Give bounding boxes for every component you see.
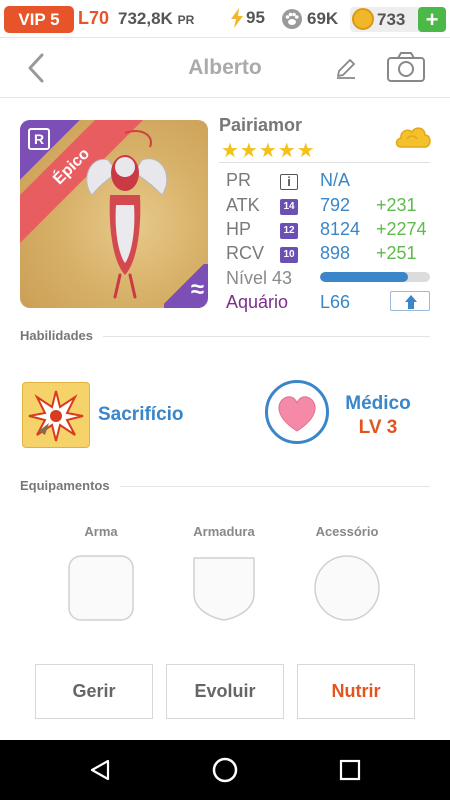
- stat-label: ATK: [226, 195, 260, 215]
- paw-counter[interactable]: 69K: [281, 8, 338, 30]
- system-nav-bar: [0, 740, 450, 800]
- aquarium-label: Aquário: [226, 292, 289, 312]
- stat-rank-icon: 10: [280, 247, 298, 263]
- paw-icon: [282, 9, 302, 29]
- level-progress-fill: [320, 272, 408, 282]
- armor-slot[interactable]: [190, 554, 258, 622]
- stat-row-rcv: RCV 10 898 +251: [226, 243, 436, 267]
- stat-row-hp: HP 12 8124 +2274: [226, 219, 436, 243]
- nav-back-icon[interactable]: [88, 758, 112, 782]
- divider: [219, 162, 430, 163]
- add-coins-button[interactable]: +: [418, 7, 446, 32]
- level-progress-bar: [320, 272, 430, 282]
- vip-badge[interactable]: VIP 5: [4, 6, 74, 33]
- armor-label: Armadura: [193, 524, 255, 539]
- pet-level: Nível 43: [226, 268, 293, 288]
- camera-icon[interactable]: [386, 51, 426, 83]
- coin-value: 733: [377, 10, 406, 29]
- energy-value: 95: [246, 8, 265, 27]
- section-title: Equipamentos: [20, 478, 120, 493]
- skill-name[interactable]: Sacrifício: [98, 404, 184, 426]
- abilities-section-header: Habilidades: [20, 328, 430, 346]
- arrow-up-icon: [405, 295, 417, 309]
- energy-counter[interactable]: 95: [230, 8, 265, 28]
- coin-icon: [352, 8, 374, 30]
- evolve-button[interactable]: Evoluir: [166, 664, 284, 719]
- pet-species-name: Pairiamor: [219, 115, 303, 135]
- pr-unit: PR: [177, 13, 195, 27]
- section-title: Habilidades: [20, 328, 103, 343]
- feed-button[interactable]: Nutrir: [297, 664, 415, 719]
- stat-bonus: +231: [376, 195, 417, 215]
- page-title: Alberto: [188, 56, 262, 79]
- role-name: Médico: [345, 393, 411, 414]
- stat-value: 8124: [320, 219, 361, 239]
- stat-row-pr: PR i N/A: [226, 170, 436, 194]
- stat-label: RCV: [226, 243, 265, 263]
- explosion-icon: [28, 390, 84, 442]
- weapon-slot[interactable]: [67, 554, 135, 622]
- info-icon[interactable]: i: [280, 174, 298, 190]
- stat-rank-icon: 12: [280, 223, 298, 239]
- status-bar: VIP 5 L70 732,8K PR 95 69K 733 +: [0, 0, 450, 38]
- stat-bonus: +2274: [376, 219, 427, 239]
- role-badge[interactable]: [265, 380, 329, 444]
- nav-recent-apps-icon[interactable]: [339, 759, 361, 781]
- stat-value: 898: [320, 243, 351, 263]
- star-rating: ★★★★★: [221, 140, 316, 162]
- water-element-icon: ≈: [190, 276, 204, 303]
- upgrade-button[interactable]: [390, 291, 430, 311]
- stat-label: PR: [226, 170, 252, 190]
- nav-home-icon[interactable]: [211, 756, 239, 784]
- stat-label: HP: [226, 219, 252, 239]
- accessory-label: Acessório: [315, 524, 379, 539]
- skill-icon[interactable]: [22, 382, 90, 448]
- r-badge: R: [28, 128, 50, 150]
- role-level: LV 3: [358, 417, 398, 438]
- weapon-label: Arma: [84, 524, 118, 539]
- stat-value: 792: [320, 195, 351, 215]
- stat-row-atk: ATK 14 792 +231: [226, 195, 436, 219]
- player-pr: 732,8K PR: [118, 9, 194, 29]
- pet-portrait[interactable]: Épico R ≈: [20, 120, 208, 308]
- pencil-icon[interactable]: [333, 55, 359, 81]
- lightning-icon: [231, 8, 243, 28]
- page-header: Alberto: [0, 38, 450, 98]
- manage-button[interactable]: Gerir: [35, 664, 153, 719]
- paw-value: 69K: [307, 9, 339, 28]
- heart-icon: [278, 396, 316, 432]
- cloud-icon[interactable]: [393, 121, 433, 155]
- stat-value: N/A: [320, 170, 351, 190]
- app-root: VIP 5 L70 732,8K PR 95 69K 733 + Alberto…: [0, 0, 450, 800]
- coin-counter[interactable]: 733 +: [350, 7, 446, 32]
- stat-bonus: +251: [376, 243, 417, 263]
- equipment-section-header: Equipamentos: [20, 478, 430, 496]
- stat-rank-icon: 14: [280, 199, 298, 215]
- pr-value: 732,8K: [118, 9, 173, 28]
- accessory-slot[interactable]: [313, 554, 381, 622]
- aquarium-level: L66: [320, 292, 351, 312]
- player-level: L70: [78, 8, 110, 28]
